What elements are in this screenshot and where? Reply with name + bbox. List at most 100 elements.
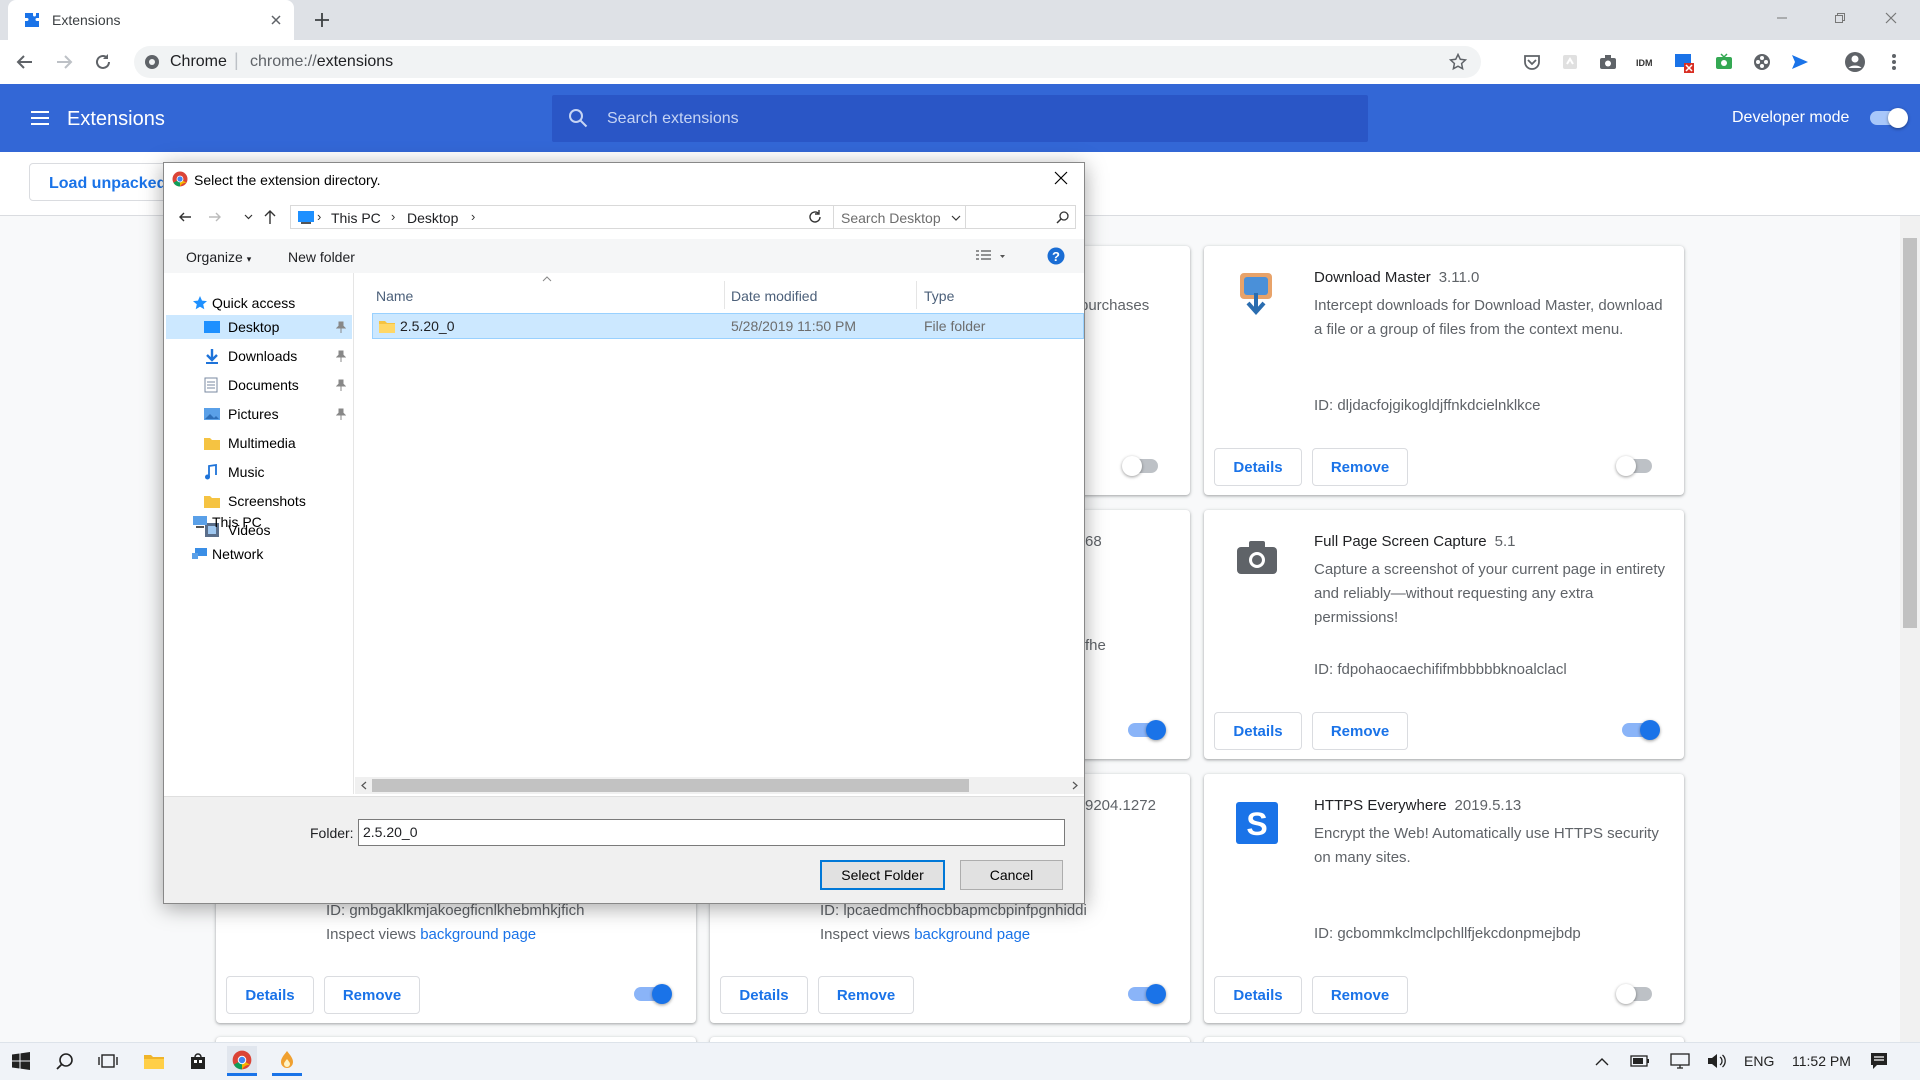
omnibox[interactable]: Chrome | chrome://extensions (134, 46, 1481, 78)
remove-button[interactable]: Remove (1312, 712, 1408, 750)
volume-icon[interactable] (1702, 1046, 1732, 1076)
up-folder-icon[interactable] (263, 209, 277, 225)
star-icon[interactable] (1449, 53, 1467, 71)
nav-item-multimedia[interactable]: Multimedia (166, 431, 352, 455)
details-button[interactable]: Details (720, 976, 808, 1014)
details-button[interactable]: Details (1214, 448, 1302, 486)
taskbar-search-icon[interactable] (50, 1046, 80, 1076)
windows-start-icon[interactable] (6, 1046, 36, 1076)
forward-icon[interactable] (52, 50, 76, 74)
back-icon[interactable] (13, 50, 37, 74)
nav-item-pictures[interactable]: Pictures (166, 402, 352, 426)
menu-dots-icon[interactable] (1882, 50, 1906, 74)
pin-icon[interactable] (336, 408, 346, 420)
nav-this-pc[interactable]: This PC (192, 510, 352, 534)
green-capture-icon[interactable] (1712, 50, 1736, 74)
file-row[interactable]: 2.5.20_0 5/28/2019 11:50 PM File folder (372, 313, 1084, 339)
extension-toggle[interactable] (1616, 456, 1656, 476)
extension-toggle[interactable] (1616, 984, 1656, 1004)
page-scrollbar[interactable] (1900, 216, 1920, 1042)
network-icon (192, 548, 207, 559)
horizontal-scrollbar[interactable] (355, 777, 1084, 794)
scroll-right-icon[interactable] (1072, 781, 1078, 790)
red-badge-extension-icon[interactable] (1672, 50, 1696, 74)
task-view-icon[interactable] (93, 1046, 123, 1076)
search-extensions-input[interactable]: Search extensions (552, 95, 1368, 142)
download-master-icon[interactable]: IDM (1634, 50, 1658, 74)
reload-icon[interactable] (91, 50, 115, 74)
extension-toggle[interactable] (1126, 720, 1166, 740)
tab-extensions[interactable]: Extensions (8, 0, 294, 40)
breadcrumb-desktop[interactable]: Desktop (407, 210, 458, 226)
extension-card-download-master: Download Master 3.11.0 Intercept download… (1204, 246, 1684, 495)
extension-toggle[interactable] (1126, 984, 1166, 1004)
new-tab-icon[interactable] (311, 9, 333, 31)
close-window-icon[interactable] (1862, 0, 1920, 36)
extension-gray-icon[interactable] (1558, 50, 1582, 74)
remove-button[interactable]: Remove (1312, 448, 1408, 486)
remove-button[interactable]: Remove (1312, 976, 1408, 1014)
search-desktop-input[interactable]: Search Desktop (833, 205, 1076, 229)
details-button[interactable]: Details (226, 976, 314, 1014)
taskbar-chrome-icon[interactable] (227, 1046, 257, 1076)
column-name[interactable]: Name (376, 288, 413, 304)
help-icon[interactable]: ? (1047, 247, 1065, 265)
organize-menu[interactable]: Organize ▾ (186, 249, 251, 265)
new-folder-button[interactable]: New folder (288, 249, 355, 265)
extension-toggle[interactable] (632, 984, 672, 1004)
background-page-link[interactable]: background page (420, 926, 536, 943)
pin-icon[interactable] (336, 350, 346, 362)
clock[interactable]: 11:52 PM (1792, 1053, 1851, 1069)
scroll-left-icon[interactable] (361, 781, 367, 790)
hamburger-menu-icon[interactable] (30, 109, 50, 127)
load-unpacked-button[interactable]: Load unpacked (29, 163, 170, 201)
details-button[interactable]: Details (1214, 712, 1302, 750)
extension-id: ID: gcbommkclmclpchllfjekcdonpmejbdp (1314, 925, 1581, 942)
store-icon[interactable] (183, 1046, 213, 1076)
pocket-icon[interactable] (1520, 50, 1544, 74)
view-options-icon[interactable] (976, 250, 1006, 262)
dialog-refresh-icon[interactable] (807, 209, 823, 225)
show-hidden-icons-chevron[interactable] (1587, 1046, 1617, 1076)
nav-item-documents[interactable]: Documents (166, 373, 352, 397)
extension-description: Encrypt the Web! Automatically use HTTPS… (1314, 825, 1659, 866)
nav-network[interactable]: Network (192, 542, 352, 566)
dialog-back-icon[interactable] (178, 210, 192, 224)
nav-quick-access[interactable]: Quick access (192, 291, 352, 315)
recent-locations-chevron-icon[interactable] (244, 213, 253, 221)
scroll-thumb[interactable] (372, 779, 969, 792)
extension-toggle[interactable] (1122, 456, 1162, 476)
pin-icon[interactable] (336, 379, 346, 391)
restore-icon[interactable] (1811, 0, 1869, 36)
dialog-close-icon[interactable] (1054, 171, 1068, 185)
dialog-forward-icon[interactable] (208, 210, 222, 224)
account-icon[interactable] (1843, 50, 1867, 74)
camera-icon[interactable] (1596, 50, 1620, 74)
developer-mode-toggle[interactable] (1868, 108, 1908, 128)
column-date-modified[interactable]: Date modified (731, 288, 817, 304)
send-icon[interactable] (1788, 50, 1812, 74)
battery-icon[interactable] (1625, 1046, 1655, 1076)
details-button[interactable]: Details (1214, 976, 1302, 1014)
file-explorer-icon[interactable] (139, 1046, 169, 1076)
column-type[interactable]: Type (924, 288, 954, 304)
select-folder-button[interactable]: Select Folder (820, 860, 945, 890)
remove-button[interactable]: Remove (324, 976, 420, 1014)
language-indicator[interactable]: ENG (1744, 1053, 1774, 1069)
background-page-link[interactable]: background page (914, 926, 1030, 943)
nav-item-music[interactable]: Music (166, 460, 352, 484)
extension-toggle[interactable] (1620, 720, 1660, 740)
folder-input[interactable]: 2.5.20_0 (358, 819, 1065, 846)
close-tab-icon[interactable] (266, 10, 286, 30)
nav-item-downloads[interactable]: Downloads (166, 344, 352, 368)
network-status-icon[interactable] (1665, 1046, 1695, 1076)
action-center-icon[interactable] (1864, 1046, 1894, 1076)
minimize-icon[interactable] (1753, 0, 1811, 36)
pin-icon[interactable] (336, 321, 346, 333)
breadcrumb-this-pc[interactable]: This PC (331, 210, 381, 226)
remove-button[interactable]: Remove (818, 976, 914, 1014)
nav-item-desktop[interactable]: Desktop (166, 315, 352, 339)
cancel-button[interactable]: Cancel (960, 860, 1063, 890)
film-reel-icon[interactable] (1750, 50, 1774, 74)
taskbar-app-icon[interactable] (272, 1046, 302, 1076)
